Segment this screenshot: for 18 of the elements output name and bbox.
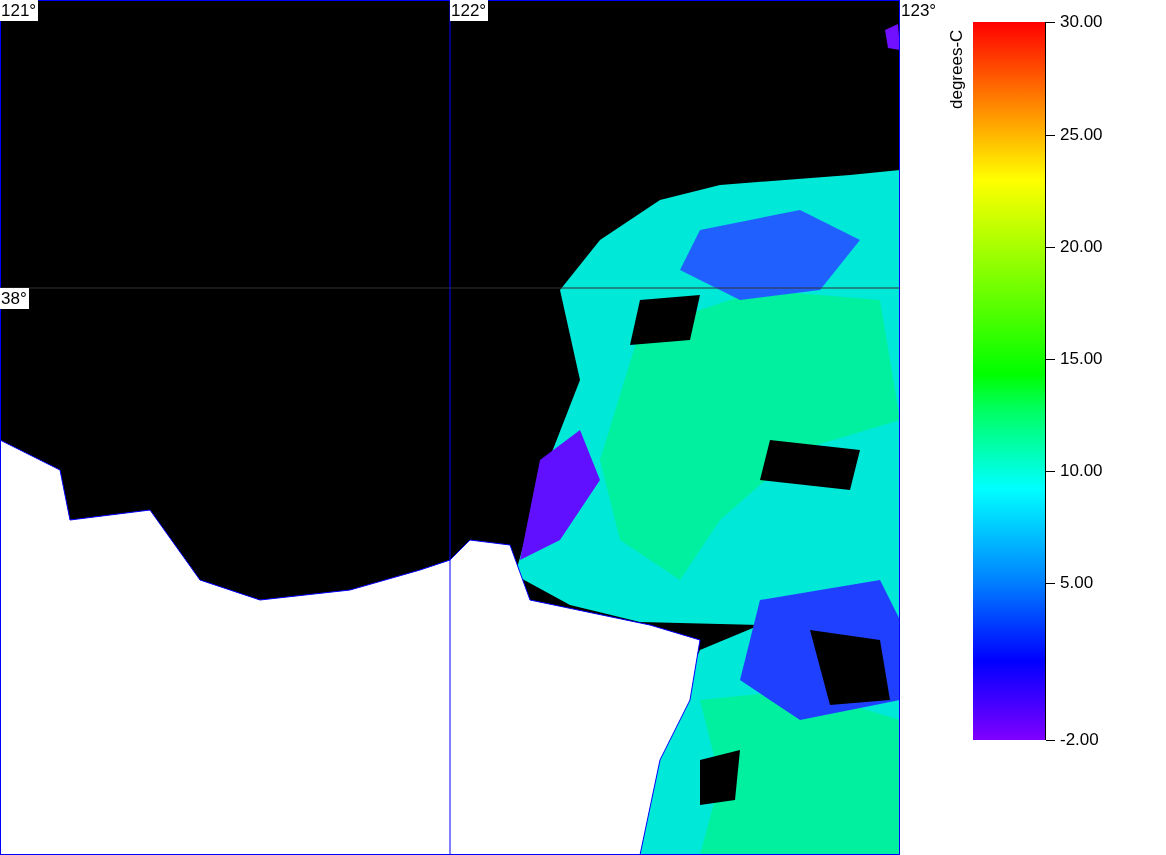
colorbar-tick-label: -2.00 [1060,729,1099,751]
tick-mark [1046,471,1055,472]
colorbar-tick-label: 30.00 [1060,11,1103,33]
colorbar-tick-label: 15.00 [1060,348,1103,370]
colorbar-tick-label: 5.00 [1060,572,1094,594]
colorbar-tick-label: 20.00 [1060,236,1103,258]
tick-mark [1046,740,1055,741]
longitude-label: 121° [0,0,39,21]
latitude-label: 38° [0,288,29,309]
colorbar-title: degrees-C [947,28,967,112]
longitude-label: 122° [450,0,489,21]
tick-mark [1046,359,1055,360]
colorbar-tick-label: 25.00 [1060,124,1103,146]
tick-mark [1046,583,1055,584]
colorbar-tick-label: 10.00 [1060,460,1103,482]
tick-mark [1046,22,1055,23]
tick-mark [1046,247,1055,248]
tick-mark [1046,135,1055,136]
